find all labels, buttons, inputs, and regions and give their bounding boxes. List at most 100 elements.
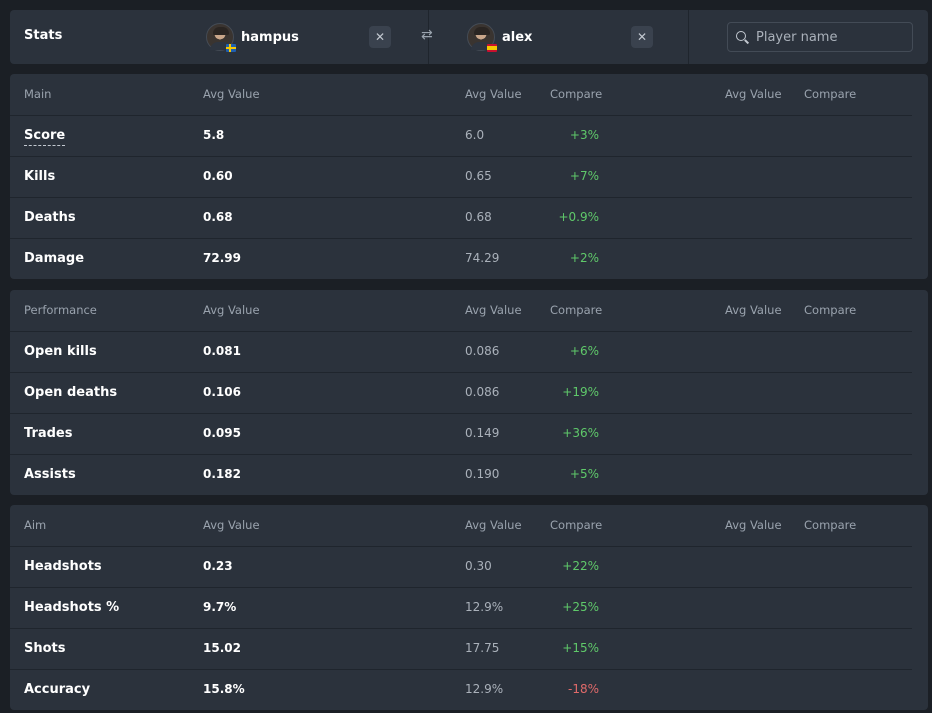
column-avg-value: Avg Value: [465, 303, 522, 317]
stat-row: Headshots % 9.7% 12.9% +25%: [10, 587, 928, 628]
player-1-value: 5.8: [203, 128, 225, 142]
section-header: Aim Avg Value Avg Value Compare Avg Value Com…: [10, 505, 928, 546]
stat-row: Open kills 0.081 0.086 +6%: [10, 331, 928, 372]
column-compare: Compare: [804, 303, 857, 317]
stat-label: Open kills: [24, 344, 97, 359]
column-avg-value: Avg Value: [725, 87, 782, 101]
player-2-value: 0.086: [465, 385, 500, 399]
stats-section-performance: Performance Avg Value Avg Value Compare Avg …: [10, 290, 928, 495]
column-avg-value: Avg Value: [203, 518, 260, 532]
compare-value: +2%: [569, 251, 599, 265]
stat-label: Kills: [24, 169, 56, 184]
compare-value: +7%: [569, 169, 599, 183]
player-2-name[interactable]: alex: [502, 30, 532, 45]
remove-player-2-button[interactable]: ✕: [631, 26, 653, 48]
player-2-value: 0.65: [465, 169, 492, 183]
player-2-value: 0.30: [465, 559, 492, 573]
column-avg-value: Avg Value: [725, 303, 782, 317]
stat-label: Headshots: [24, 559, 102, 574]
column-avg-value: Avg Value: [203, 87, 260, 101]
column-avg-value: Avg Value: [465, 518, 522, 532]
stat-label: Deaths: [24, 210, 76, 225]
stat-row: Trades 0.095 0.149 +36%: [10, 413, 928, 454]
player-2-value: 0.190: [465, 467, 500, 481]
stat-label[interactable]: Score: [24, 128, 66, 146]
column-avg-value: Avg Value: [203, 303, 260, 317]
avatar: [467, 23, 497, 52]
compare-value: +6%: [569, 344, 599, 358]
compare-value: +5%: [569, 467, 599, 481]
player-2-value: 6.0: [465, 128, 485, 142]
player-1-name[interactable]: hampus: [241, 30, 299, 45]
stat-label: Open deaths: [24, 385, 118, 400]
player-1-value: 0.68: [203, 210, 233, 224]
stat-row: Kills 0.60 0.65 +7%: [10, 156, 928, 197]
column-compare: Compare: [550, 303, 603, 317]
search-icon: [736, 31, 748, 43]
remove-player-1-button[interactable]: ✕: [369, 26, 391, 48]
stat-label: Trades: [24, 426, 73, 441]
section-title: Main: [24, 87, 52, 101]
player-2-value: 0.68: [465, 210, 492, 224]
stats-header: Stats hampus ✕ ⇄ alex ✕: [10, 10, 928, 64]
stat-label: Headshots %: [24, 600, 120, 615]
divider: [688, 10, 689, 64]
compare-value: +22%: [562, 559, 599, 573]
close-icon: ✕: [636, 30, 648, 44]
column-compare: Compare: [550, 87, 603, 101]
compare-value: +3%: [569, 128, 599, 142]
player-search[interactable]: [727, 22, 913, 52]
stat-row: Deaths 0.68 0.68 +0.9%: [10, 197, 928, 238]
stat-label: Damage: [24, 251, 85, 266]
stat-row: Assists 0.182 0.190 +5%: [10, 454, 928, 495]
player-1-value: 0.095: [203, 426, 241, 440]
player-2-value: 17.75: [465, 641, 500, 655]
player-1-value: 0.23: [203, 559, 233, 573]
player-2-value: 0.149: [465, 426, 500, 440]
stats-section-main: Main Avg Value Avg Value Compare Avg Value Co…: [10, 74, 928, 279]
player-2-value: 0.086: [465, 344, 500, 358]
compare-value: -18%: [567, 682, 599, 696]
spain-flag-icon: [487, 44, 497, 52]
player-1-value: 0.106: [203, 385, 241, 399]
section-header: Performance Avg Value Avg Value Compare Avg …: [10, 290, 928, 331]
stat-label: Assists: [24, 467, 76, 482]
player-1-value: 0.60: [203, 169, 233, 183]
compare-value: +25%: [562, 600, 599, 614]
close-icon: ✕: [374, 30, 386, 44]
column-avg-value: Avg Value: [465, 87, 522, 101]
player-1-value: 0.182: [203, 467, 241, 481]
section-title: Performance: [24, 303, 97, 317]
page-title: Stats: [24, 28, 63, 43]
player-1-value: 72.99: [203, 251, 241, 265]
player-2-value: 12.9%: [465, 682, 504, 696]
compare-value: +15%: [562, 641, 599, 655]
column-compare: Compare: [804, 518, 857, 532]
player-1-value: 15.8%: [203, 682, 245, 696]
avatar: [206, 23, 236, 52]
stats-section-aim: Aim Avg Value Avg Value Compare Avg Value Com…: [10, 505, 928, 710]
stat-row: Open deaths 0.106 0.086 +19%: [10, 372, 928, 413]
column-compare: Compare: [550, 518, 603, 532]
sweden-flag-icon: [226, 44, 236, 52]
compare-value: +36%: [562, 426, 599, 440]
player-1-value: 15.02: [203, 641, 241, 655]
player-2-value: 12.9%: [465, 600, 504, 614]
player-1[interactable]: hampus: [206, 22, 299, 52]
column-compare: Compare: [804, 87, 857, 101]
player-name-input[interactable]: [756, 29, 906, 45]
stat-row: Damage 72.99 74.29 +2%: [10, 238, 928, 279]
stat-row: Score 5.8 6.0 +3%: [10, 115, 928, 156]
column-avg-value: Avg Value: [725, 518, 782, 532]
compare-value: +19%: [562, 385, 599, 399]
stat-row: Headshots 0.23 0.30 +22%: [10, 546, 928, 587]
stat-row: Shots 15.02 17.75 +15%: [10, 628, 928, 669]
stat-label: Shots: [24, 641, 66, 656]
stat-label: Accuracy: [24, 682, 91, 697]
player-2[interactable]: alex: [467, 22, 532, 52]
player-1-value: 9.7%: [203, 600, 237, 614]
compare-value: +0.9%: [558, 210, 599, 224]
swap-players-icon[interactable]: ⇄: [421, 27, 433, 43]
section-header: Main Avg Value Avg Value Compare Avg Value Co…: [10, 74, 928, 115]
stat-row: Accuracy 15.8% 12.9% -18%: [10, 669, 928, 710]
